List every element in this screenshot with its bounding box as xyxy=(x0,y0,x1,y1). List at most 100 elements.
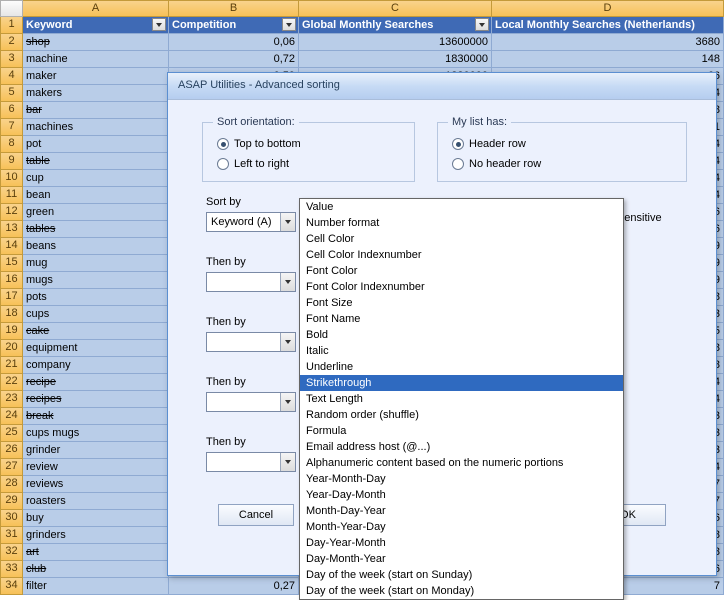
dropdown-option[interactable]: Number format xyxy=(300,215,623,231)
row-header[interactable]: 10 xyxy=(0,170,23,187)
dropdown-option[interactable]: Day of the week (start on Monday) xyxy=(300,583,623,599)
cell-keyword[interactable]: makers xyxy=(23,85,169,102)
cell-keyword[interactable]: cake xyxy=(23,323,169,340)
cancel-button[interactable]: Cancel xyxy=(218,504,294,526)
cell-keyword[interactable]: company xyxy=(23,357,169,374)
dropdown-option[interactable]: Cell Color xyxy=(300,231,623,247)
radio-top-to-bottom[interactable] xyxy=(217,138,229,150)
dropdown-option[interactable]: Font Color Indexnumber xyxy=(300,279,623,295)
cell-global[interactable]: 1830000 xyxy=(299,51,492,68)
chevron-down-icon[interactable] xyxy=(280,213,295,231)
cell-keyword[interactable]: recipe xyxy=(23,374,169,391)
cell-keyword[interactable]: green xyxy=(23,204,169,221)
dropdown-option[interactable]: Day of the week (start on Sunday) xyxy=(300,567,623,583)
row-header[interactable]: 9 xyxy=(0,153,23,170)
thenby-column-select-2[interactable] xyxy=(206,332,296,352)
cell-keyword[interactable]: review xyxy=(23,459,169,476)
row-header[interactable]: 22 xyxy=(0,374,23,391)
dropdown-option[interactable]: Text Length xyxy=(300,391,623,407)
dropdown-option[interactable]: Italic xyxy=(300,343,623,359)
chevron-down-icon[interactable] xyxy=(280,393,295,411)
row-header[interactable]: 31 xyxy=(0,527,23,544)
row-header[interactable]: 4 xyxy=(0,68,23,85)
cell-keyword[interactable]: pots xyxy=(23,289,169,306)
row-header[interactable]: 28 xyxy=(0,476,23,493)
col-header-d[interactable]: D xyxy=(492,0,724,17)
filter-icon[interactable] xyxy=(282,18,296,31)
cell-keyword[interactable]: maker xyxy=(23,68,169,85)
cell-keyword[interactable]: shop xyxy=(23,34,169,51)
cell-keyword[interactable]: table xyxy=(23,153,169,170)
dropdown-option[interactable]: Year-Day-Month xyxy=(300,487,623,503)
header-competition[interactable]: Competition xyxy=(169,17,299,34)
cell-global[interactable]: 13600000 xyxy=(299,34,492,51)
cell-keyword[interactable]: art xyxy=(23,544,169,561)
cell-keyword[interactable]: buy xyxy=(23,510,169,527)
header-local[interactable]: Local Monthly Searches (Netherlands) xyxy=(492,17,724,34)
row-header[interactable]: 1 xyxy=(0,17,23,34)
col-header-b[interactable]: B xyxy=(169,0,299,17)
row-header[interactable]: 3 xyxy=(0,51,23,68)
row-header[interactable]: 16 xyxy=(0,272,23,289)
cell-keyword[interactable]: club xyxy=(23,561,169,578)
row-header[interactable]: 7 xyxy=(0,119,23,136)
dropdown-option[interactable]: Value xyxy=(300,199,623,215)
cell-keyword[interactable]: reviews xyxy=(23,476,169,493)
row-header[interactable]: 34 xyxy=(0,578,23,595)
row-header[interactable]: 27 xyxy=(0,459,23,476)
row-header[interactable]: 25 xyxy=(0,425,23,442)
cell-keyword[interactable]: bean xyxy=(23,187,169,204)
row-header[interactable]: 14 xyxy=(0,238,23,255)
row-header[interactable]: 33 xyxy=(0,561,23,578)
cell-keyword[interactable]: mugs xyxy=(23,272,169,289)
dropdown-option[interactable]: Day-Month-Year xyxy=(300,551,623,567)
cell-local[interactable]: 148 xyxy=(492,51,724,68)
col-header-a[interactable]: A xyxy=(23,0,169,17)
row-header[interactable]: 12 xyxy=(0,204,23,221)
cell-competition[interactable]: 0,06 xyxy=(169,34,299,51)
dropdown-option[interactable]: Alphanumeric content based on the numeri… xyxy=(300,455,623,471)
cell-keyword[interactable]: bar xyxy=(23,102,169,119)
cell-keyword[interactable]: cups mugs xyxy=(23,425,169,442)
cell-keyword[interactable]: grinder xyxy=(23,442,169,459)
row-header[interactable]: 23 xyxy=(0,391,23,408)
sort-column-select[interactable]: Keyword (A) xyxy=(206,212,296,232)
dropdown-option[interactable]: Font Name xyxy=(300,311,623,327)
row-header[interactable]: 26 xyxy=(0,442,23,459)
dropdown-option[interactable]: Strikethrough xyxy=(300,375,623,391)
row-header[interactable]: 18 xyxy=(0,306,23,323)
col-header-c[interactable]: C xyxy=(299,0,492,17)
cell-keyword[interactable]: machines xyxy=(23,119,169,136)
thenby-column-select-3[interactable] xyxy=(206,392,296,412)
cell-keyword[interactable]: cups xyxy=(23,306,169,323)
row-header[interactable]: 24 xyxy=(0,408,23,425)
cell-competition[interactable]: 0,27 xyxy=(169,578,299,595)
row-header[interactable]: 2 xyxy=(0,34,23,51)
row-header[interactable]: 11 xyxy=(0,187,23,204)
corner-cell[interactable] xyxy=(0,0,23,17)
cell-keyword[interactable]: cup xyxy=(23,170,169,187)
dropdown-option[interactable]: Font Size xyxy=(300,295,623,311)
row-header[interactable]: 6 xyxy=(0,102,23,119)
chevron-down-icon[interactable] xyxy=(280,273,295,291)
dropdown-option[interactable]: Month-Day-Year xyxy=(300,503,623,519)
row-header[interactable]: 32 xyxy=(0,544,23,561)
cell-competition[interactable]: 0,72 xyxy=(169,51,299,68)
dropdown-option[interactable]: Font Color xyxy=(300,263,623,279)
dropdown-option[interactable]: Underline xyxy=(300,359,623,375)
row-header[interactable]: 20 xyxy=(0,340,23,357)
radio-left-to-right[interactable] xyxy=(217,158,229,170)
cell-keyword[interactable]: roasters xyxy=(23,493,169,510)
header-keyword[interactable]: Keyword xyxy=(23,17,169,34)
row-header[interactable]: 30 xyxy=(0,510,23,527)
filter-icon[interactable] xyxy=(475,18,489,31)
dropdown-option[interactable]: Random order (shuffle) xyxy=(300,407,623,423)
criteria-dropdown-list[interactable]: ValueNumber formatCell ColorCell Color I… xyxy=(299,198,624,600)
cell-keyword[interactable]: beans xyxy=(23,238,169,255)
dropdown-option[interactable]: Month-Year-Day xyxy=(300,519,623,535)
chevron-down-icon[interactable] xyxy=(280,453,295,471)
row-header[interactable]: 17 xyxy=(0,289,23,306)
radio-header-row[interactable] xyxy=(452,138,464,150)
thenby-column-select-4[interactable] xyxy=(206,452,296,472)
dropdown-option[interactable]: Year-Month-Day xyxy=(300,471,623,487)
